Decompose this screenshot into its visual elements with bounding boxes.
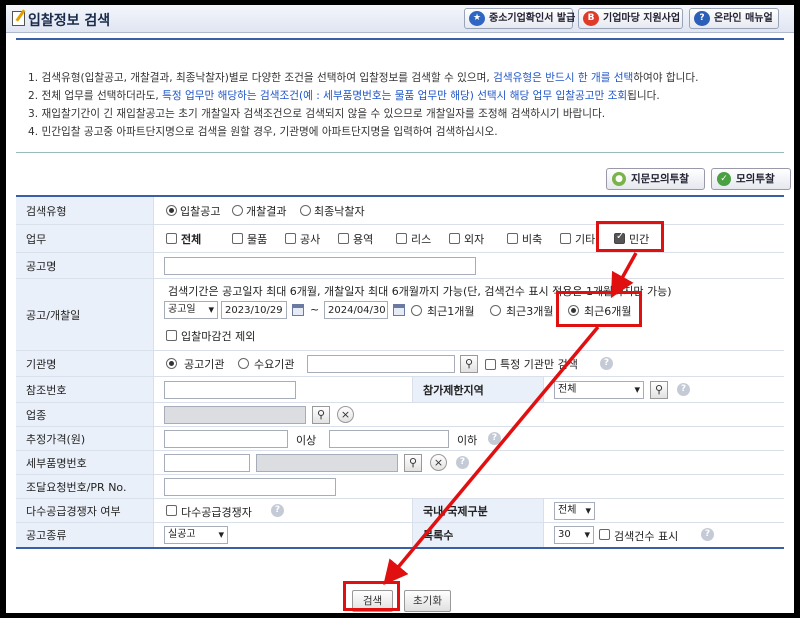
window: 입찰정보 검색 ★ 중소기업확인서 발급 B 기업마당 지원사업 ? 온라인 매… xyxy=(6,5,794,613)
annotation-arrows xyxy=(383,252,638,586)
arrow-to-search-button xyxy=(383,325,600,586)
arrow-to-recent-6-months xyxy=(610,252,638,299)
